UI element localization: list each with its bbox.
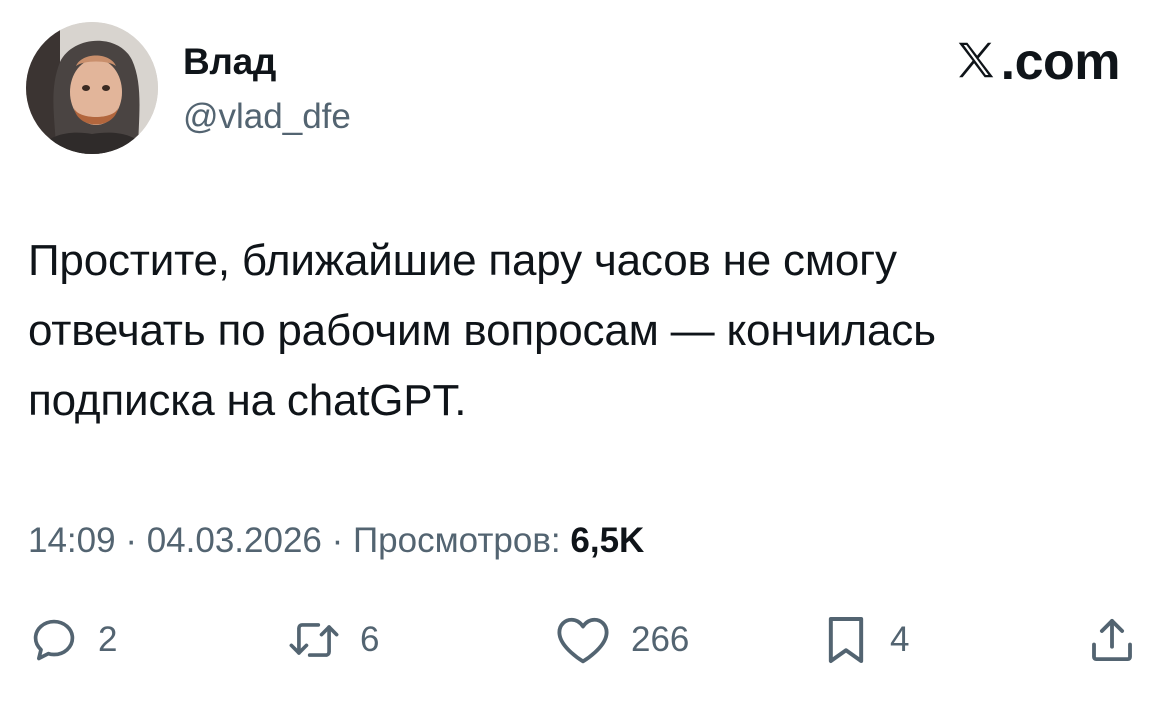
tweet-time[interactable]: 14:09	[28, 521, 116, 560]
like-button[interactable]: 266	[553, 605, 689, 675]
reply-button[interactable]: 2	[28, 605, 117, 675]
repost-icon	[286, 614, 342, 666]
avatar-photo	[26, 22, 158, 154]
views-count: 6,5K	[570, 521, 645, 560]
repost-count: 6	[360, 620, 380, 659]
brand-text: .com	[1000, 33, 1121, 91]
tweet-text: Простите, ближайшие пару часов не смогу …	[28, 236, 936, 425]
author-name[interactable]: Влад	[183, 40, 276, 84]
repost-button[interactable]: 6	[286, 605, 379, 675]
meta-separator: ·	[125, 521, 137, 560]
tweet-meta: 14:09 · 04.03.2026 · Просмотров: 6,5K	[28, 519, 644, 563]
share-icon	[1085, 613, 1139, 667]
views-label: Просмотров:	[353, 521, 561, 560]
bookmark-button[interactable]: 4	[820, 605, 909, 675]
reply-icon	[28, 614, 80, 666]
reply-count: 2	[98, 620, 118, 659]
brand-label: .com	[953, 30, 1121, 94]
x-logo-icon	[953, 34, 999, 80]
bookmark-icon	[820, 612, 872, 668]
tweet-actions: 2 6 266 4	[0, 605, 1176, 675]
like-count: 266	[631, 620, 690, 659]
heart-icon	[553, 613, 613, 667]
tweet-date[interactable]: 04.03.2026	[147, 521, 322, 560]
meta-separator: ·	[331, 521, 344, 560]
bookmark-count: 4	[890, 620, 910, 659]
share-button[interactable]	[1085, 605, 1139, 675]
author-avatar[interactable]	[26, 22, 158, 154]
author-handle[interactable]: @vlad_dfe	[183, 95, 351, 139]
